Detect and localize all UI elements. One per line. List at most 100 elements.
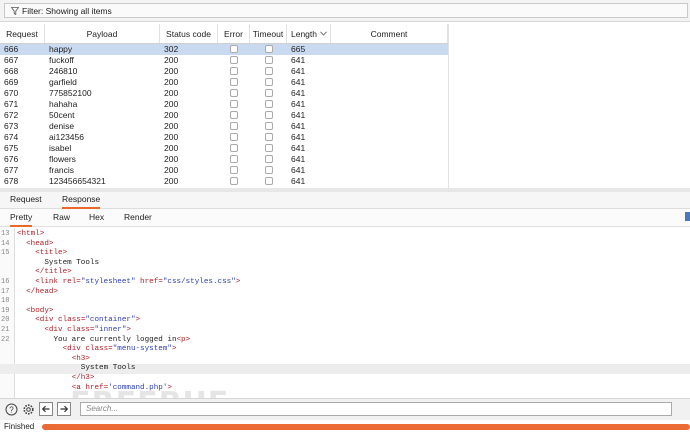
column-header-comment[interactable]: Comment [331,24,448,43]
table-row[interactable]: 677 francis 200 641 [0,165,448,176]
code-text: <title> [17,249,67,259]
column-header-payload[interactable]: Payload [45,24,160,43]
cell-timeout[interactable] [250,132,287,143]
cell-timeout[interactable] [250,121,287,132]
error-checkbox[interactable] [230,166,238,174]
cell-timeout[interactable] [250,165,287,176]
line-number: 15 [1,249,10,258]
cell-status: 200 [164,121,179,131]
error-checkbox[interactable] [230,89,238,97]
table-row[interactable]: 672 50cent 200 641 [0,110,448,121]
error-checkbox[interactable] [230,133,238,141]
tab-response[interactable]: Response [62,192,101,209]
cell-error[interactable] [218,88,250,99]
timeout-checkbox[interactable] [264,89,273,97]
table-row[interactable]: 669 garfield 200 641 [0,77,448,88]
table-row[interactable]: 670 775852100 200 641 [0,88,448,99]
timeout-checkbox[interactable] [264,166,273,174]
table-row[interactable]: 676 flowers 200 641 [0,154,448,165]
error-checkbox[interactable] [230,144,238,152]
cell-error[interactable] [218,121,250,132]
error-checkbox[interactable] [230,45,238,53]
timeout-checkbox[interactable] [264,78,273,86]
timeout-checkbox[interactable] [264,155,273,163]
table-row[interactable]: 678 123456654321 200 641 [0,176,448,187]
cell-length: 641 [291,121,306,131]
table-row[interactable]: 675 isabel 200 641 [0,143,448,154]
cell-error[interactable] [218,66,250,77]
filter-box[interactable]: Filter: Showing all items [4,3,688,18]
cell-error[interactable] [218,176,250,187]
cell-error[interactable] [218,44,250,55]
cell-timeout[interactable] [250,44,287,55]
column-header-timeout[interactable]: Timeout [250,24,287,43]
table-row[interactable]: 667 fuckoff 200 641 [0,55,448,66]
search-input[interactable]: Search... [80,402,672,416]
cell-error[interactable] [218,143,250,154]
error-checkbox[interactable] [230,111,238,119]
cell-timeout[interactable] [250,176,287,187]
table-row[interactable]: 673 denise 200 641 [0,121,448,132]
timeout-checkbox[interactable] [264,122,273,130]
error-checkbox[interactable] [230,78,238,86]
tab-raw[interactable]: Raw [53,210,70,225]
cell-timeout[interactable] [250,55,287,66]
response-editor[interactable]: 13 <html> 14 <head> 15 <title> System Tools… [0,228,690,398]
cell-timeout[interactable] [250,154,287,165]
cell-timeout[interactable] [250,99,287,110]
timeout-checkbox[interactable] [264,67,273,75]
cell-error[interactable] [218,99,250,110]
gear-icon[interactable] [21,402,35,416]
error-checkbox[interactable] [230,155,238,163]
cell-length: 641 [291,165,306,175]
timeout-checkbox[interactable] [264,133,273,141]
cell-timeout[interactable] [250,110,287,121]
table-row[interactable]: 674 ai123456 200 641 [0,132,448,143]
help-icon[interactable]: ? [4,402,18,416]
cell-error[interactable] [218,154,250,165]
forward-arrow-icon[interactable] [57,402,71,416]
code-token: rel= [62,278,81,286]
error-checkbox[interactable] [230,100,238,108]
timeout-checkbox[interactable] [264,100,273,108]
cell-timeout[interactable] [250,88,287,99]
table-row[interactable]: 666 happy 302 665 [0,44,448,55]
inspector-toggle[interactable] [685,212,690,221]
cell-error[interactable] [218,77,250,88]
column-header-status-code[interactable]: Status code [160,24,218,43]
code-token: class= [58,316,86,325]
column-header-error[interactable]: Error [218,24,250,43]
tab-hex[interactable]: Hex [89,210,104,225]
filter-bar[interactable]: Filter: Showing all items [0,0,690,22]
tab-request[interactable]: Request [10,192,42,207]
cell-comment [331,176,448,187]
table-row[interactable]: 668 246810 200 641 [0,66,448,77]
cell-timeout[interactable] [250,143,287,154]
timeout-checkbox[interactable] [264,144,273,152]
timeout-checkbox[interactable] [264,111,273,119]
cell-error[interactable] [218,55,250,66]
timeout-checkbox[interactable] [264,177,273,185]
cell-timeout[interactable] [250,77,287,88]
code-token: <body> [26,306,54,315]
error-checkbox[interactable] [230,67,238,75]
error-checkbox[interactable] [230,177,238,185]
cell-comment [331,154,448,165]
tab-pretty[interactable]: Pretty [10,210,33,227]
timeout-checkbox[interactable] [264,45,273,53]
cell-error[interactable] [218,165,250,176]
cell-timeout[interactable] [250,66,287,77]
tab-render[interactable]: Render [124,210,152,225]
table-row[interactable]: 671 hahaha 200 641 [0,99,448,110]
cell-error[interactable] [218,110,250,121]
back-arrow-icon[interactable] [39,402,53,416]
cell-status: 200 [164,55,179,65]
error-checkbox[interactable] [230,122,238,130]
error-checkbox[interactable] [230,56,238,64]
column-header-request[interactable]: Request [0,24,45,43]
column-header-length[interactable]: Length [287,24,331,43]
timeout-checkbox[interactable] [264,56,273,64]
cell-comment [331,143,448,154]
cell-error[interactable] [218,132,250,143]
